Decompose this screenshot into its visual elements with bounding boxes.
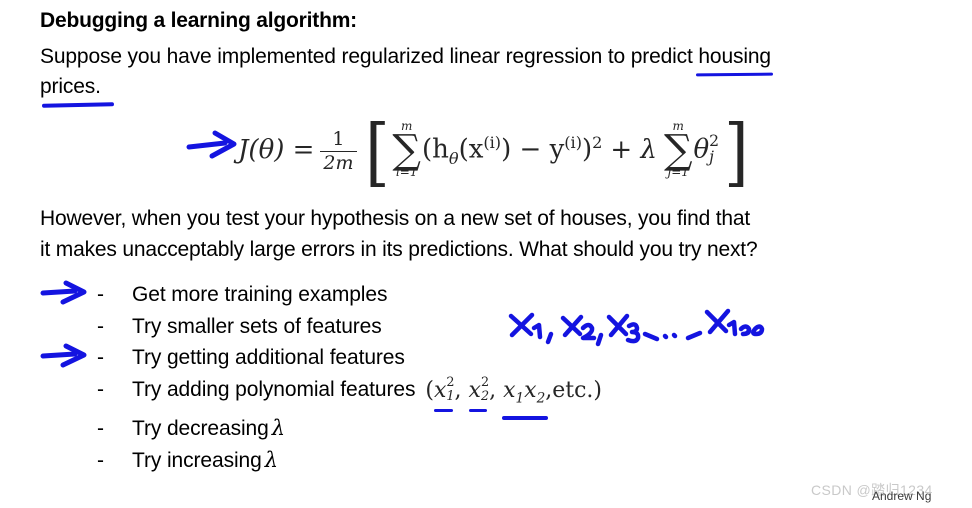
sum1-theta-sub: θ: [448, 148, 459, 168]
poly-etc: ,etc.: [545, 377, 594, 403]
blue-arrow-bullet-1: [40, 280, 87, 305]
sum1-lower-limit: i=1: [395, 165, 418, 180]
poly-term-x2-squared: x22: [468, 375, 490, 412]
fraction-denominator: 2m: [320, 150, 357, 174]
sum1-x-superscript: (i): [483, 132, 502, 152]
question-line-2: it makes unacceptably large errors in it…: [40, 238, 758, 261]
poly-term3a-base: x: [503, 377, 516, 403]
poly-term-x1x2: x1x2: [502, 375, 549, 421]
fraction-numerator: 1: [332, 127, 345, 150]
formula-lhs: J(θ) =: [238, 135, 315, 165]
presenter-name: Andrew Ng: [872, 489, 932, 503]
sum1-square-exponent: 2: [592, 132, 603, 152]
list-item[interactable]: - Try adding polynomial features (x 2 1, x…: [97, 374, 603, 421]
list-item-label: Try smaller sets of features: [132, 314, 382, 338]
bullet-marker: -: [97, 283, 104, 306]
bullet-marker: -: [97, 448, 104, 472]
question-paragraph: However, when you test your hypothesis o…: [40, 203, 945, 265]
poly-comma-1: ,: [454, 377, 469, 403]
sum2-theta: θ: [693, 134, 710, 164]
intro-paragraph: Suppose you have implemented regularized…: [40, 42, 940, 102]
list-item[interactable]: - Try increasing λ: [97, 445, 602, 477]
prices-blue-underline: [41, 102, 115, 108]
formula-fraction: 1 2m: [320, 127, 357, 174]
poly-term1-base: x: [433, 377, 447, 403]
sigma-icon-2: ∑: [663, 126, 693, 173]
poly-term3b-base: x: [524, 377, 537, 403]
slide-canvas: Debugging a learning algorithm: Suppose …: [0, 0, 972, 508]
intro-text-after: prices.: [40, 75, 101, 98]
question-line-1: However, when you test your hypothesis o…: [40, 207, 751, 230]
poly-close-paren: ): [593, 377, 603, 403]
sum1-body: (hθ(x(i)) − y(i))2: [422, 133, 602, 168]
intro-text-before: Suppose you have implemented regularized…: [40, 45, 699, 68]
poly-term2-sup: 2: [480, 375, 490, 391]
poly-term1-sub: 1: [446, 388, 455, 404]
list-item-label: Try increasing: [132, 448, 262, 472]
sum2-lower-limit: j=1: [667, 165, 689, 180]
sum2-superscript: 2: [709, 131, 720, 150]
summation-2: m ∑ j=1: [664, 120, 693, 179]
sum1-close-paren: ): [582, 134, 593, 165]
summation-1: m ∑ i=1: [392, 120, 421, 179]
sum1-y-superscript: (i): [564, 132, 582, 152]
list-item-label: Try getting additional features: [132, 346, 405, 369]
bullet-marker: -: [97, 377, 104, 401]
list-item-label: Try decreasing: [132, 417, 269, 441]
bullet-marker: -: [97, 417, 104, 441]
list-item-label: Get more training examples: [132, 283, 388, 306]
poly-term2-base: x: [468, 377, 481, 403]
poly-term2-sub: 2: [480, 388, 490, 404]
lambda-symbol: λ: [271, 416, 286, 441]
poly-term1-sup: 2: [446, 375, 455, 391]
handwritten-feature-list-annotation: [508, 308, 765, 347]
poly-comma-2: ,: [489, 377, 504, 403]
bullet-marker: -: [97, 314, 104, 338]
blue-arrow-bullet-3: [40, 343, 87, 368]
bullet-marker: -: [97, 346, 104, 369]
poly-open-paren: (: [425, 377, 434, 403]
page-title: Debugging a learning algorithm:: [40, 9, 357, 32]
lambda-symbol: λ: [264, 447, 279, 472]
poly-term3a-sub: 1: [515, 389, 525, 406]
formula-plus-lambda: + λ: [610, 135, 657, 165]
housing-underlined-word: housing: [698, 42, 771, 72]
sum2-subscript: j: [709, 148, 714, 166]
polynomial-features-math: (x 2 1, x22, x1x2,etc.): [415, 375, 603, 421]
sigma-icon: ∑: [392, 126, 421, 173]
poly-term3b-sub: 2: [536, 389, 546, 406]
sum1-x-open: (x: [458, 134, 484, 165]
sum2-body: θ2j: [693, 131, 720, 167]
list-item-label: Try adding polynomial features: [132, 377, 416, 401]
sum1-minus-y: ) − y: [501, 134, 565, 165]
sum1-open-paren: (h: [421, 134, 449, 165]
poly-term-x1-squared: x21: [433, 375, 455, 412]
cost-function-formula: J(θ) = 1 2m [ m ∑ i=1 (hθ(x(i)) − y(i))2…: [238, 109, 749, 195]
